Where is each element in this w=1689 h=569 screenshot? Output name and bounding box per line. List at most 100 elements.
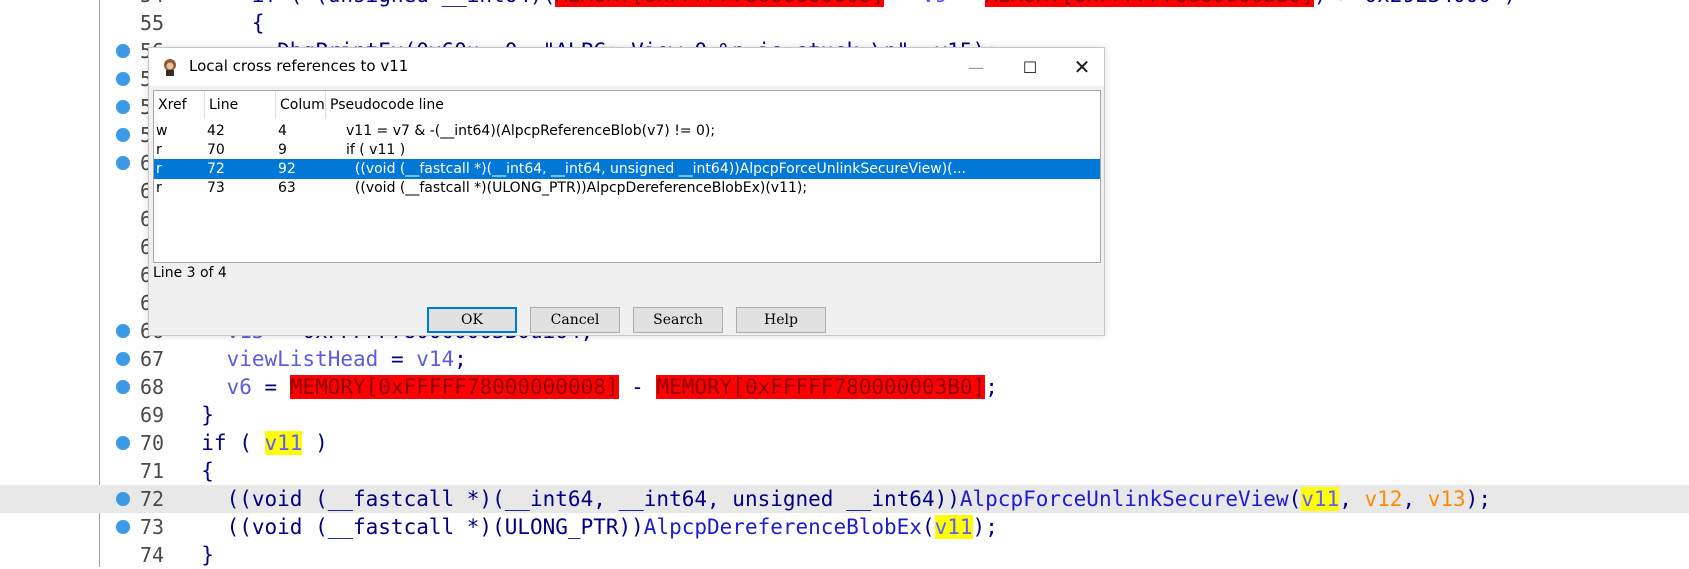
code-token: v9	[922, 0, 947, 7]
breakpoint-icon[interactable]	[116, 100, 130, 114]
breakpoint-icon[interactable]	[116, 156, 130, 170]
maximize-button[interactable]: ☐	[1007, 52, 1053, 82]
code-line[interactable]: 68 v6 = MEMORY[0xFFFFF78000000008] - MEM…	[0, 373, 1689, 401]
xref-cell-code: ((void (__fastcall *)(__int64, __int64, …	[346, 161, 966, 177]
column-header-xref[interactable]: Xref	[154, 91, 205, 119]
breakpoint-icon[interactable]	[116, 72, 130, 86]
minimize-button[interactable]: —	[953, 52, 999, 82]
xref-cell-xref: r	[156, 142, 162, 158]
code-text[interactable]: viewListHead = v14;	[176, 347, 467, 371]
breakpoint-icon[interactable]	[116, 324, 130, 338]
code-token: (	[921, 515, 935, 539]
xref-cell-line: 73	[207, 180, 225, 196]
code-text[interactable]: if ( (unsigned __int64)(MEMORY[0xFFFFF78…	[176, 0, 1516, 7]
code-token: viewListHead	[176, 347, 379, 371]
xref-cell-col: 9	[278, 142, 287, 158]
code-line[interactable]: 70 if ( v11 )	[0, 429, 1689, 457]
xref-cell-xref: r	[156, 180, 162, 196]
code-token: -	[947, 0, 985, 7]
minimize-icon: —	[968, 57, 984, 77]
breakpoint-icon[interactable]	[116, 436, 130, 450]
code-line[interactable]: 69 }	[0, 401, 1689, 429]
xref-cell-code: if ( v11 )	[346, 142, 406, 158]
xref-dialog: Local cross references to v11 — ☐ ✕ Xref…	[148, 47, 1105, 336]
code-token: v11	[934, 515, 973, 539]
code-token: MEMORY[0xFFFFF78000000008]	[555, 0, 885, 7]
column-header-column[interactable]: Colum	[276, 91, 326, 119]
cancel-button[interactable]: Cancel	[530, 307, 620, 333]
code-text[interactable]: }	[176, 543, 214, 567]
code-token: v6	[176, 375, 252, 399]
breakpoint-icon[interactable]	[116, 380, 130, 394]
breakpoint-icon[interactable]	[116, 352, 130, 366]
code-text[interactable]: if ( v11 )	[176, 431, 328, 455]
code-text[interactable]: v6 = MEMORY[0xFFFFF78000000008] - MEMORY…	[176, 375, 998, 399]
column-header-line[interactable]: Line	[205, 91, 276, 119]
code-line[interactable]: 73 ((void (__fastcall *)(ULONG_PTR))Alpc…	[0, 513, 1689, 541]
xref-cell-line: 72	[207, 161, 225, 177]
code-token: }	[176, 543, 214, 567]
code-line[interactable]: 74 }	[0, 541, 1689, 569]
breakpoint-icon[interactable]	[116, 128, 130, 142]
code-text[interactable]: ((void (__fastcall *)(__int64, __int64, …	[176, 487, 1491, 511]
code-token: ((void (__fastcall *)(ULONG_PTR))	[176, 515, 644, 539]
close-icon: ✕	[1073, 55, 1091, 79]
code-token: -	[618, 375, 657, 399]
code-token: if ( (unsigned __int64)(	[176, 0, 555, 7]
code-token: =	[251, 375, 290, 399]
dialog-title: Local cross references to v11	[189, 57, 409, 75]
close-button[interactable]: ✕	[1059, 52, 1105, 82]
code-token: v12	[1364, 487, 1403, 511]
code-token: AlpcpDereferenceBlobEx	[643, 515, 922, 539]
code-token: )	[302, 431, 328, 455]
dialog-titlebar[interactable]: Local cross references to v11 — ☐ ✕	[149, 48, 1104, 86]
xref-cell-xref: r	[156, 161, 162, 177]
breakpoint-icon[interactable]	[116, 520, 130, 534]
code-token: MEMORY[0xFFFFF780000003B0]	[985, 0, 1314, 7]
code-token: v11	[1301, 487, 1340, 511]
xref-cell-line: 42	[207, 123, 225, 139]
code-line[interactable]: 55 {	[0, 9, 1689, 37]
code-token: -	[884, 0, 922, 7]
code-token: ((void (__fastcall *)(__int64, __int64, …	[176, 487, 960, 511]
code-text[interactable]: ((void (__fastcall *)(ULONG_PTR))AlpcpDe…	[176, 515, 998, 539]
xref-row[interactable]: r 72 92 ((void (__fastcall *)(__int64, __i…	[154, 159, 1100, 179]
xref-cell-col: 4	[278, 123, 287, 139]
code-line[interactable]: 71 {	[0, 457, 1689, 485]
xref-row[interactable]: w 42 4 v11 = v7 & -(__int64)(AlpcpReference…	[154, 121, 1100, 141]
code-token: if (	[176, 431, 265, 455]
code-token: {	[176, 459, 214, 483]
code-token: (	[1288, 487, 1302, 511]
code-token: );	[1465, 487, 1491, 511]
breakpoint-icon[interactable]	[116, 44, 130, 58]
xref-cell-col: 92	[278, 161, 296, 177]
code-text[interactable]: }	[176, 403, 214, 427]
code-text[interactable]: {	[176, 11, 265, 35]
code-token: MEMORY[0xFFFFF78000000008]	[289, 375, 619, 399]
maximize-icon: ☐	[1022, 57, 1038, 77]
code-token: ,	[1402, 487, 1428, 511]
code-token: );	[972, 515, 998, 539]
code-text[interactable]: {	[176, 459, 214, 483]
xref-row[interactable]: r 73 63 ((void (__fastcall *)(ULONG_PTR))A…	[154, 178, 1100, 198]
xref-cell-code: v11 = v7 & -(__int64)(AlpcpReferenceBlob…	[346, 123, 716, 139]
column-header-pseudocode[interactable]: Pseudocode line	[326, 91, 1100, 119]
status-text: Line 3 of 4	[153, 265, 227, 281]
xref-row[interactable]: r 70 9 if ( v11 )	[154, 140, 1100, 160]
code-token: ,	[1339, 487, 1365, 511]
code-token: ;	[985, 375, 998, 399]
xref-cell-col: 63	[278, 180, 296, 196]
ok-button[interactable]: OK	[427, 307, 517, 333]
help-button[interactable]: Help	[736, 307, 826, 333]
xref-list[interactable]: Xref Line Colum Pseudocode line w 42 4 v11 …	[153, 90, 1101, 263]
code-line[interactable]: 54 if ( (unsigned __int64)(MEMORY[0xFFFF…	[0, 0, 1689, 9]
code-token: v14	[416, 347, 455, 371]
code-token: v13	[1427, 487, 1466, 511]
xref-cell-code: ((void (__fastcall *)(ULONG_PTR))AlpcpDe…	[346, 180, 808, 196]
code-token: {	[176, 11, 265, 35]
breakpoint-icon[interactable]	[116, 492, 130, 506]
code-token: MEMORY[0xFFFFF780000003B0]	[656, 375, 986, 399]
search-button[interactable]: Search	[633, 307, 723, 333]
code-line[interactable]: 67 viewListHead = v14;	[0, 345, 1689, 373]
code-line[interactable]: 72 ((void (__fastcall *)(__int64, __int6…	[0, 485, 1689, 513]
